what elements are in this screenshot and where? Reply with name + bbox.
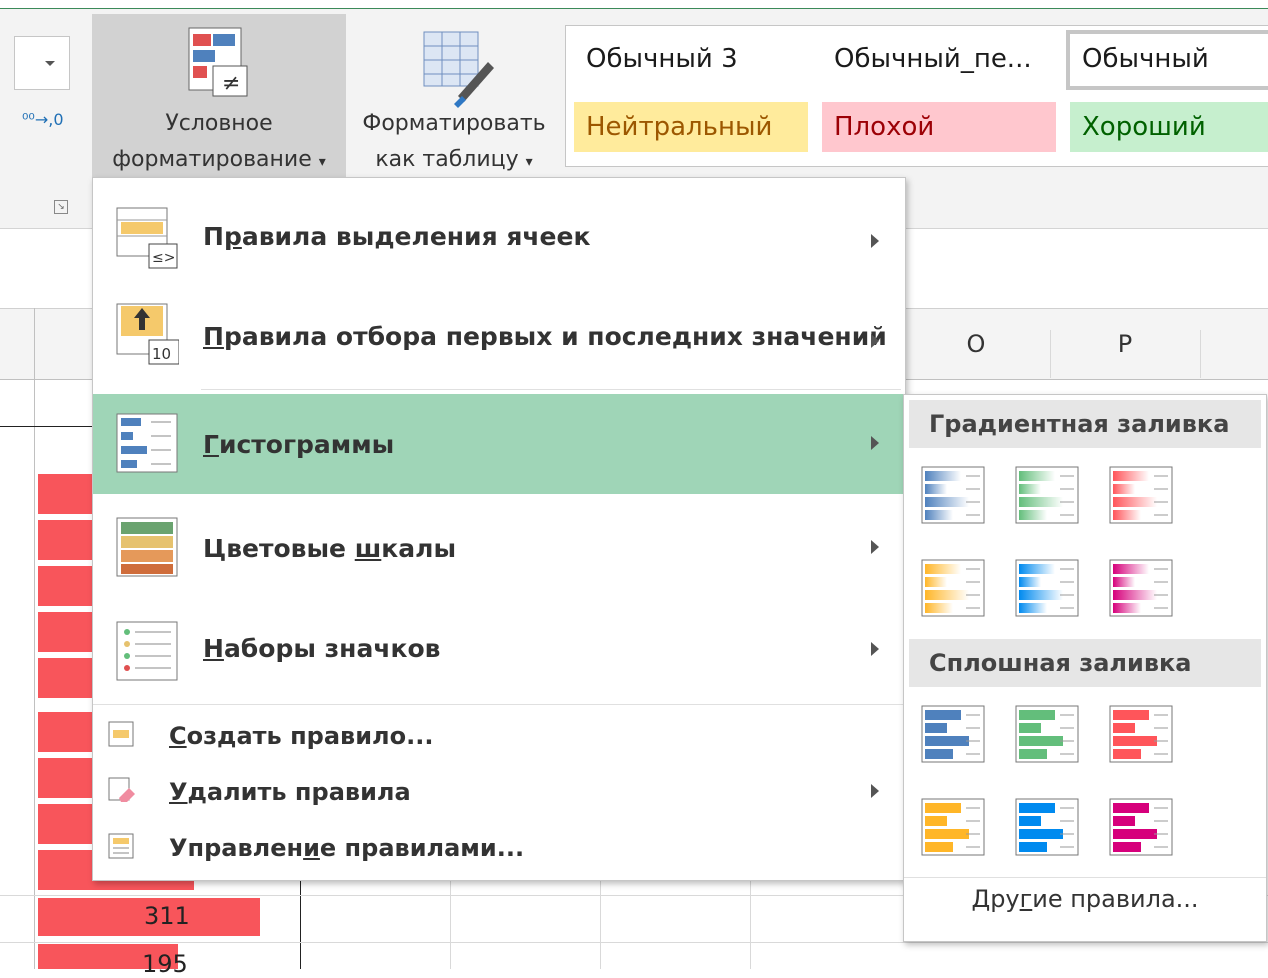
grid-line xyxy=(600,880,601,969)
grid-line xyxy=(750,880,751,969)
dialog-launcher-icon[interactable]: ↘ xyxy=(54,200,68,214)
gradient-data-bar-preset-icon[interactable] xyxy=(1108,558,1174,618)
gradient-data-bar-preset-icon[interactable] xyxy=(1014,558,1080,618)
style-good[interactable]: Хороший xyxy=(1070,102,1268,152)
menu-item-label: Правила отбора первых и последних значен… xyxy=(203,322,887,351)
number-format-dropdown[interactable] xyxy=(14,36,70,90)
gradient-data-bar-preset-icon[interactable] xyxy=(1108,465,1174,525)
data-bars-icon xyxy=(116,413,178,473)
menu-item-label: Наборы значков xyxy=(203,634,441,663)
column-header-p[interactable]: P xyxy=(1105,330,1145,358)
submenu-arrow-icon xyxy=(871,642,879,656)
style-neutral[interactable]: Нейтральный xyxy=(574,102,808,152)
conditional-formatting-icon: ≠ xyxy=(188,27,248,97)
grid-line xyxy=(0,942,1268,943)
decrease-decimal-icon[interactable]: ⁰⁰→,0 xyxy=(22,112,64,128)
eraser-icon xyxy=(108,777,135,802)
menu-separator xyxy=(201,389,901,390)
grid-line xyxy=(1200,330,1201,378)
new-rule-icon xyxy=(108,721,134,747)
solid-data-bar-preset-icon[interactable] xyxy=(1108,797,1174,857)
data-bar xyxy=(38,566,98,606)
svg-text:10: 10 xyxy=(152,345,171,363)
data-bar xyxy=(38,804,98,844)
color-scales-icon xyxy=(116,517,178,577)
svg-text:≠: ≠ xyxy=(222,71,240,96)
submenu-arrow-icon xyxy=(871,784,879,798)
solid-data-bar-preset-icon[interactable] xyxy=(920,704,986,764)
solid-fill-header: Сплошная заливка xyxy=(909,639,1261,687)
menu-item-label: Гистограммы xyxy=(203,430,395,459)
menu-item-label: Цветовые шкалы xyxy=(203,534,457,563)
column-header-o[interactable]: O xyxy=(956,330,996,358)
style-normal-3[interactable]: Обычный 3 xyxy=(574,34,804,84)
icon-sets-icon xyxy=(116,621,178,681)
data-bar xyxy=(38,474,98,514)
data-bar xyxy=(38,612,98,652)
top-bottom-rules-icon: 10 xyxy=(116,303,179,365)
menu-item-clear-rules[interactable]: Удалить правила xyxy=(93,770,905,822)
menu-item-top-bottom-rules[interactable]: 10 Правила отбора первых и последних зна… xyxy=(93,288,905,388)
format-as-table-label: Форматировать как таблицу ▾ xyxy=(362,111,546,172)
more-rules-button[interactable]: Другие правила... xyxy=(904,885,1266,913)
highlight-cells-rules-icon: ≤> xyxy=(116,207,178,269)
menu-item-highlight-cells-rules[interactable]: ≤> Правила выделения ячеек xyxy=(93,186,905,286)
data-bar xyxy=(38,658,98,698)
style-bad[interactable]: Плохой xyxy=(822,102,1056,152)
solid-data-bar-preset-icon[interactable] xyxy=(1014,797,1080,857)
menu-item-icon-sets[interactable]: Наборы значков xyxy=(93,600,905,700)
solid-data-bar-preset-icon[interactable] xyxy=(920,797,986,857)
grid-line xyxy=(450,880,451,969)
cell-value[interactable]: 195 xyxy=(142,950,188,978)
grid-line xyxy=(1050,330,1051,378)
submenu-arrow-icon xyxy=(871,436,879,450)
menu-item-new-rule[interactable]: Создать правило... xyxy=(93,714,905,766)
style-normal[interactable]: Обычный xyxy=(1066,30,1268,90)
cell-value[interactable]: 311 xyxy=(144,902,190,930)
manage-rules-icon xyxy=(108,833,134,859)
data-bar xyxy=(38,758,98,798)
menu-item-label: Правила выделения ячеек xyxy=(203,222,591,251)
data-bar xyxy=(38,712,98,752)
data-bars-submenu: Градиентная заливка Сплошная заливка Дру… xyxy=(903,394,1267,942)
solid-data-bar-preset-icon[interactable] xyxy=(1108,704,1174,764)
gradient-fill-header: Градиентная заливка xyxy=(909,400,1261,448)
menu-separator xyxy=(904,877,1266,878)
gradient-data-bar-preset-icon[interactable] xyxy=(920,558,986,618)
submenu-arrow-icon xyxy=(871,540,879,554)
cell-styles-gallery: Обычный 3 Обычный_пе... Обычный Нейтраль… xyxy=(565,25,1268,167)
menu-item-label: Управление правилами... xyxy=(169,834,525,862)
menu-item-data-bars[interactable]: Гистограммы xyxy=(93,394,905,494)
submenu-arrow-icon xyxy=(871,234,879,248)
menu-item-label: Удалить правила xyxy=(169,778,411,806)
submenu-arrow-icon xyxy=(871,334,879,348)
solid-data-bar-preset-icon[interactable] xyxy=(1014,704,1080,764)
gradient-data-bar-preset-icon[interactable] xyxy=(1014,465,1080,525)
menu-item-color-scales[interactable]: Цветовые шкалы xyxy=(93,498,905,598)
format-as-table-icon xyxy=(423,31,494,108)
conditional-formatting-label: Условное форматирование ▾ xyxy=(112,111,326,172)
conditional-formatting-menu: ≤> Правила выделения ячеек 10 Правила от… xyxy=(92,177,906,881)
menu-item-label: Создать правило... xyxy=(169,722,434,750)
menu-item-manage-rules[interactable]: Управление правилами... xyxy=(93,826,905,878)
data-bar xyxy=(38,520,98,560)
chevron-down-icon xyxy=(45,61,55,66)
grid-line xyxy=(34,308,35,969)
ribbon-top-border xyxy=(0,0,1268,9)
style-normal-pe[interactable]: Обычный_пе... xyxy=(822,34,1052,84)
menu-separator xyxy=(93,704,905,705)
gradient-data-bar-preset-icon[interactable] xyxy=(920,465,986,525)
svg-text:≤>: ≤> xyxy=(152,250,175,266)
